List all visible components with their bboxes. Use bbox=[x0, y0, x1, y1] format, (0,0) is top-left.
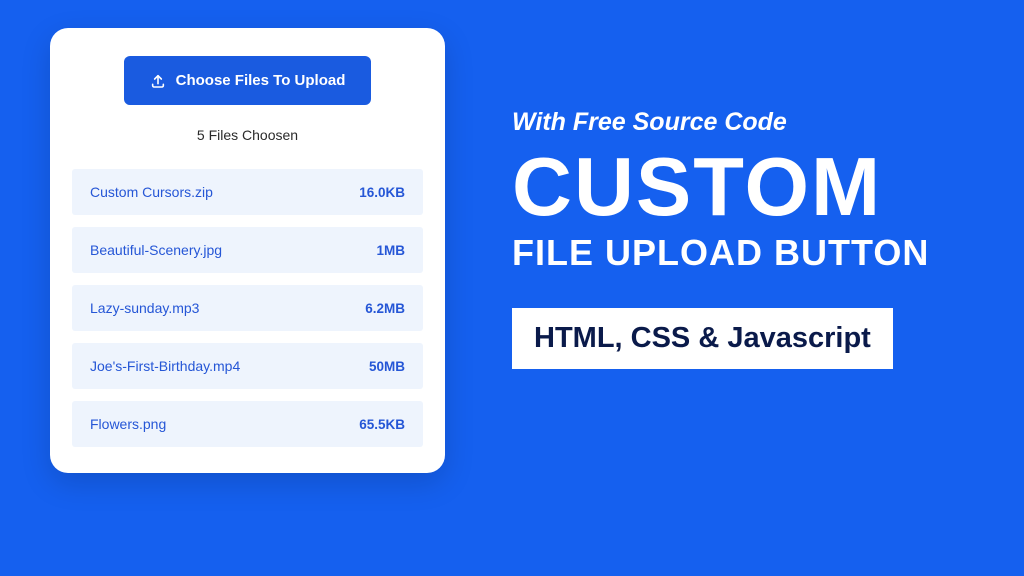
list-item: Beautiful-Scenery.jpg 1MB bbox=[72, 227, 423, 273]
promo-kicker: With Free Source Code bbox=[512, 108, 929, 137]
file-size: 1MB bbox=[376, 243, 405, 258]
promo-subtitle: FILE UPLOAD BUTTON bbox=[512, 232, 929, 274]
file-size: 16.0KB bbox=[359, 185, 405, 200]
upload-card: Choose Files To Upload 5 Files Choosen C… bbox=[50, 28, 445, 473]
promo-title: CUSTOM bbox=[512, 143, 929, 230]
file-name: Lazy-sunday.mp3 bbox=[90, 300, 199, 316]
file-name: Beautiful-Scenery.jpg bbox=[90, 242, 222, 258]
choose-files-button[interactable]: Choose Files To Upload bbox=[124, 56, 372, 105]
file-name: Joe's-First-Birthday.mp4 bbox=[90, 358, 240, 374]
file-name: Custom Cursors.zip bbox=[90, 184, 213, 200]
upload-icon bbox=[150, 73, 166, 89]
file-count-status: 5 Files Choosen bbox=[72, 127, 423, 143]
file-list: Custom Cursors.zip 16.0KB Beautiful-Scen… bbox=[72, 169, 423, 447]
file-size: 50MB bbox=[369, 359, 405, 374]
file-size: 6.2MB bbox=[365, 301, 405, 316]
list-item: Flowers.png 65.5KB bbox=[72, 401, 423, 447]
list-item: Joe's-First-Birthday.mp4 50MB bbox=[72, 343, 423, 389]
file-name: Flowers.png bbox=[90, 416, 166, 432]
promo-tag: HTML, CSS & Javascript bbox=[512, 308, 893, 369]
list-item: Custom Cursors.zip 16.0KB bbox=[72, 169, 423, 215]
list-item: Lazy-sunday.mp3 6.2MB bbox=[72, 285, 423, 331]
file-size: 65.5KB bbox=[359, 417, 405, 432]
promo-block: With Free Source Code CUSTOM FILE UPLOAD… bbox=[512, 108, 929, 369]
choose-files-label: Choose Files To Upload bbox=[176, 72, 346, 89]
